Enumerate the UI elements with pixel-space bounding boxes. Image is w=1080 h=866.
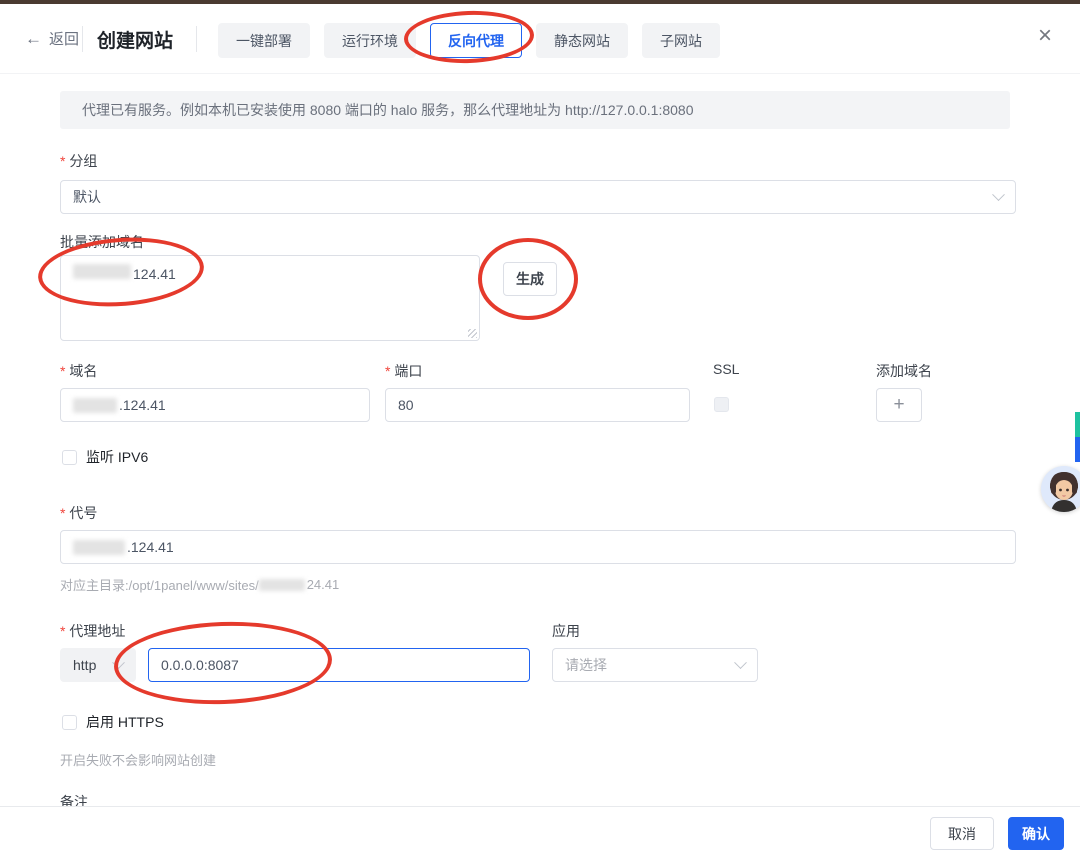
- application-select[interactable]: 请选择: [552, 648, 758, 682]
- header-divider: [196, 26, 197, 52]
- redacted-text: [73, 264, 131, 279]
- domain-value: .124.41: [119, 397, 166, 413]
- info-banner: 代理已有服务。例如本机已安装使用 8080 端口的 halo 服务，那么代理地址…: [60, 91, 1010, 129]
- group-select-value: 默认: [73, 189, 101, 205]
- chevron-down-icon: [734, 655, 747, 669]
- tab-runtime-environment[interactable]: 运行环境: [324, 23, 416, 58]
- ipv6-label: 监听 IPV6: [86, 449, 149, 465]
- create-website-dialog: ← 返回 创建网站 一键部署 运行环境 反向代理 静态网站 子网站 × 代理已有…: [0, 0, 1080, 866]
- form-content: 代理已有服务。例如本机已安装使用 8080 端口的 halo 服务，那么代理地址…: [0, 75, 1080, 806]
- domain-input[interactable]: .124.41: [60, 388, 370, 422]
- tab-one-click-deploy[interactable]: 一键部署: [218, 23, 310, 58]
- protocol-value: http: [73, 657, 97, 673]
- mode-tabs: 一键部署 运行环境 反向代理 静态网站 子网站: [218, 23, 720, 58]
- add-domain-label: 添加域名: [876, 363, 932, 379]
- edge-bar-blue-segment: [1075, 437, 1080, 462]
- chevron-down-icon: [992, 187, 1005, 201]
- edge-color-bar: [1075, 412, 1080, 462]
- https-checkbox-row: 启用 HTTPS: [62, 712, 164, 732]
- https-label: 启用 HTTPS: [86, 714, 164, 730]
- tab-reverse-proxy[interactable]: 反向代理: [430, 23, 522, 58]
- ipv6-checkbox-row: 监听 IPV6: [62, 447, 148, 467]
- chevron-down-icon: [112, 655, 125, 669]
- redacted-text: [73, 397, 117, 413]
- back-button[interactable]: ← 返回: [25, 28, 79, 49]
- ssl-checkbox[interactable]: [714, 397, 729, 412]
- proxy-address-input[interactable]: 0.0.0.0:8087: [148, 648, 530, 682]
- edge-bar-teal-segment: [1075, 412, 1080, 437]
- back-arrow-icon: ←: [25, 29, 42, 48]
- port-value: 80: [398, 397, 414, 413]
- page-title: 创建网站: [97, 31, 174, 52]
- remark-label: 备注: [60, 794, 88, 806]
- avatar-icon: [1041, 466, 1080, 512]
- https-helper: 开启失败不会影响网站创建: [60, 753, 217, 768]
- resize-handle[interactable]: [468, 329, 477, 338]
- back-label: 返回: [49, 31, 80, 48]
- https-checkbox[interactable]: [62, 714, 77, 730]
- codename-helper-prefix: 对应主目录:/opt/1panel/www/sites/: [60, 578, 259, 593]
- application-label: 应用: [552, 623, 580, 639]
- generate-button[interactable]: 生成: [503, 262, 557, 296]
- application-placeholder: 请选择: [565, 657, 607, 673]
- ipv6-checkbox[interactable]: [62, 449, 77, 465]
- proxy-address-value: 0.0.0.0:8087: [161, 657, 239, 673]
- codename-input[interactable]: .124.41: [60, 530, 1016, 564]
- group-label: 分组: [60, 151, 97, 171]
- batch-domains-label: 批量添加域名: [60, 234, 144, 250]
- protocol-select[interactable]: http: [60, 648, 136, 682]
- close-icon[interactable]: ×: [1038, 24, 1052, 48]
- batch-domains-textarea[interactable]: 124.41: [60, 255, 480, 341]
- codename-helper: 对应主目录:/opt/1panel/www/sites/24.41: [60, 575, 339, 594]
- cancel-button[interactable]: 取消: [930, 817, 994, 850]
- port-label: 端口: [385, 361, 422, 381]
- domain-label: 域名: [60, 361, 97, 381]
- codename-label: 代号: [60, 503, 97, 523]
- group-select[interactable]: 默认: [60, 180, 1016, 214]
- tab-sub-website[interactable]: 子网站: [642, 23, 720, 58]
- header-divider: [82, 26, 83, 52]
- batch-domains-value: 124.41: [133, 266, 176, 282]
- redacted-text: [73, 539, 125, 555]
- add-domain-button[interactable]: +: [876, 388, 922, 422]
- confirm-button[interactable]: 确认: [1008, 817, 1064, 850]
- codename-helper-suffix: 24.41: [306, 577, 340, 592]
- assistant-avatar[interactable]: [1041, 466, 1080, 512]
- redacted-text: [258, 578, 305, 591]
- proxy-address-label: 代理地址: [60, 621, 125, 641]
- dialog-header: ← 返回 创建网站 一键部署 运行环境 反向代理 静态网站 子网站 ×: [0, 4, 1080, 74]
- ssl-label: SSL: [713, 361, 740, 377]
- dialog-footer: 取消 确认: [0, 807, 1080, 866]
- port-input[interactable]: 80: [385, 388, 690, 422]
- tab-static-website[interactable]: 静态网站: [536, 23, 628, 58]
- codename-value: .124.41: [127, 539, 174, 555]
